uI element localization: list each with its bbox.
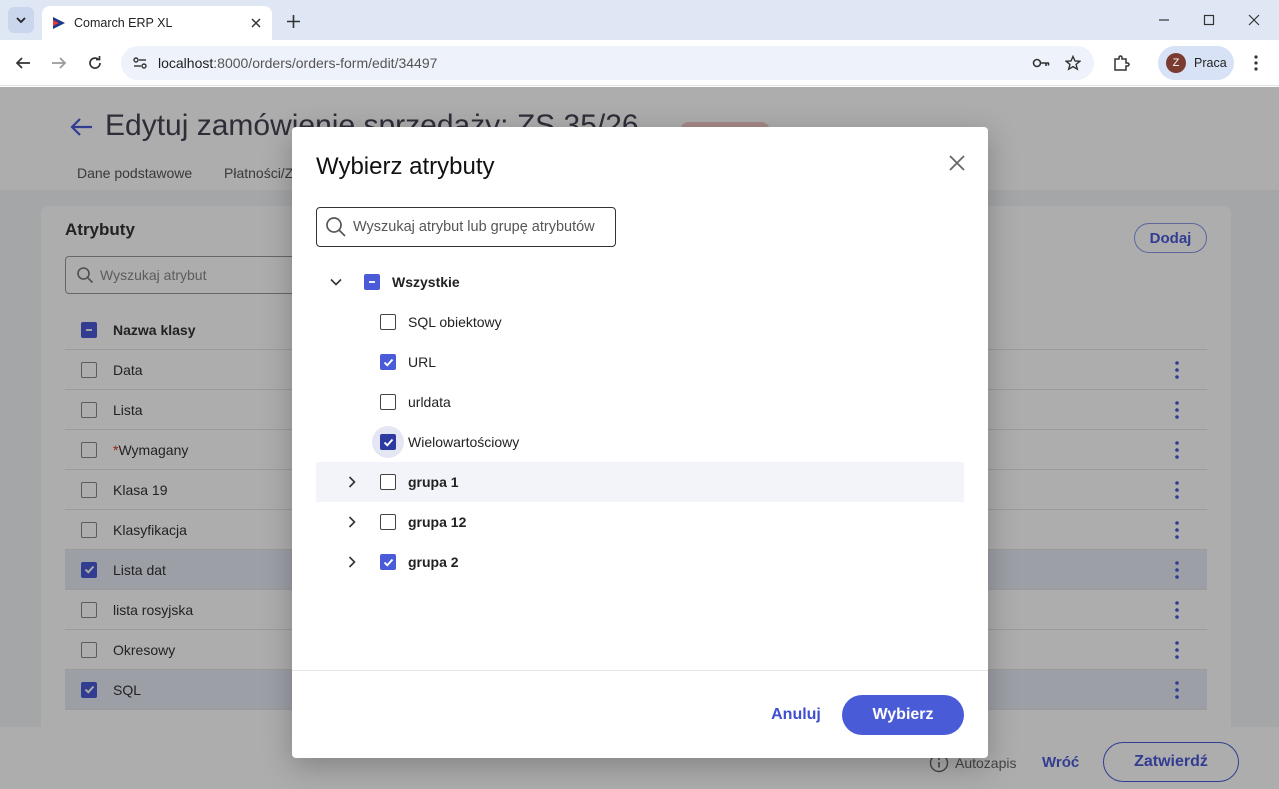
- extensions-puzzle-icon[interactable]: [1109, 51, 1133, 75]
- back-arrow-icon[interactable]: [11, 51, 35, 75]
- chevron-right-icon[interactable]: [342, 472, 362, 492]
- window-close-icon[interactable]: [1242, 8, 1266, 32]
- tree-node-label: Wszystkie: [392, 274, 460, 290]
- tree-node-label: grupa 1: [408, 474, 459, 490]
- tree-node-attribute[interactable]: Wielowartościowy: [316, 422, 964, 462]
- browser-tab-active[interactable]: Comarch ERP XL: [42, 6, 272, 40]
- profile-label: Praca: [1194, 56, 1227, 70]
- attribute-checkbox[interactable]: [380, 394, 396, 410]
- tree-node-group[interactable]: grupa 12: [316, 502, 964, 542]
- tree-node-label: grupa 12: [408, 514, 467, 530]
- search-input[interactable]: [353, 219, 613, 235]
- password-key-icon[interactable]: [1030, 52, 1052, 74]
- attribute-checkbox[interactable]: [380, 314, 396, 330]
- url-host: localhost: [158, 55, 214, 71]
- group-checkbox[interactable]: [380, 514, 396, 530]
- url-path: :8000/orders/orders-form/edit/34497: [213, 55, 438, 71]
- chevron-down-icon[interactable]: [326, 272, 346, 292]
- cancel-button[interactable]: Anuluj: [760, 695, 832, 735]
- tree-node-label: urldata: [408, 394, 451, 410]
- maximize-icon[interactable]: [1197, 8, 1221, 32]
- reload-icon[interactable]: [83, 51, 107, 75]
- profile-button[interactable]: Z Praca: [1158, 46, 1234, 80]
- comarch-favicon-icon: [53, 17, 65, 29]
- bookmark-star-icon[interactable]: [1062, 52, 1084, 74]
- tree-node-label: grupa 2: [408, 554, 459, 570]
- browser-tabbar: Comarch ERP XL: [0, 0, 1279, 40]
- tree-node-group[interactable]: grupa 2: [316, 542, 964, 582]
- close-icon[interactable]: [945, 151, 969, 175]
- forward-arrow-icon[interactable]: [47, 51, 71, 75]
- tree-node-label: SQL obiektowy: [408, 314, 502, 330]
- attribute-group-search-field[interactable]: [316, 207, 616, 247]
- attribute-checkbox[interactable]: [380, 434, 396, 450]
- browser-toolbar: localhost:8000/orders/orders-form/edit/3…: [0, 40, 1279, 86]
- dialog-divider: [292, 670, 988, 671]
- chevron-right-icon[interactable]: [342, 512, 362, 532]
- all-checkbox-indeterminate[interactable]: [364, 274, 380, 290]
- select-button[interactable]: Wybierz: [842, 695, 964, 735]
- chevron-right-icon[interactable]: [342, 552, 362, 572]
- browser-menu-icon[interactable]: [1244, 51, 1268, 75]
- site-settings-icon[interactable]: [129, 52, 151, 74]
- tree-node-attribute[interactable]: urldata: [316, 382, 964, 422]
- url-text[interactable]: localhost:8000/orders/orders-form/edit/3…: [158, 55, 1030, 71]
- dialog-title: Wybierz atrybuty: [316, 153, 495, 180]
- minimize-icon[interactable]: [1152, 8, 1176, 32]
- tree-node-attribute[interactable]: SQL obiektowy: [316, 302, 964, 342]
- search-icon: [326, 217, 346, 237]
- tab-search-button[interactable]: [8, 7, 34, 33]
- tree-node-label: Wielowartościowy: [408, 434, 520, 450]
- tab-title: Comarch ERP XL: [74, 16, 173, 30]
- avatar: Z: [1166, 53, 1186, 73]
- tree-node-group[interactable]: grupa 1: [316, 462, 964, 502]
- chevron-down-icon: [16, 17, 26, 24]
- tree-node-label: URL: [408, 354, 437, 370]
- tree-node-attribute[interactable]: URL: [316, 342, 964, 382]
- select-attributes-dialog: Wybierz atrybuty Wszystkie SQL obiektowy…: [292, 127, 988, 758]
- tree-node-all[interactable]: Wszystkie: [316, 262, 964, 302]
- group-checkbox[interactable]: [380, 474, 396, 490]
- attribute-checkbox[interactable]: [380, 354, 396, 370]
- address-bar[interactable]: localhost:8000/orders/orders-form/edit/3…: [121, 46, 1094, 80]
- new-tab-icon[interactable]: [282, 10, 304, 32]
- tab-close-icon[interactable]: [246, 13, 266, 33]
- group-checkbox[interactable]: [380, 554, 396, 570]
